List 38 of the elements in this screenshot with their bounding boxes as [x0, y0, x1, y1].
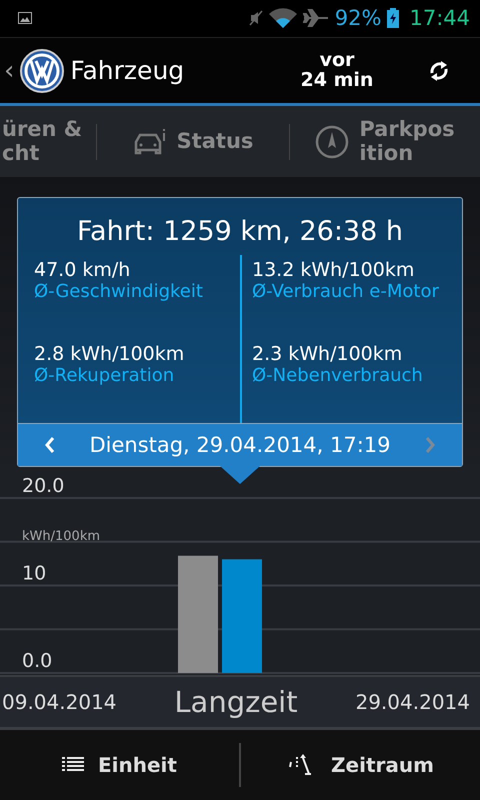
list-icon — [62, 757, 84, 773]
image-icon — [18, 12, 32, 24]
compass-icon — [315, 124, 350, 159]
axis-tick-label: 10 — [22, 562, 46, 584]
battery-icon — [387, 8, 400, 28]
mute-icon — [248, 10, 263, 26]
range-start: 09.04.2014 — [2, 690, 117, 714]
tab[interactable]: Parkpos ition — [290, 118, 480, 165]
airplane-icon — [302, 9, 329, 28]
axis-tick-label: 20.0 — [22, 474, 64, 497]
stat-label: Ø-Nebenverbrauch — [252, 364, 424, 386]
axis-unit-label: kWh/100km — [22, 528, 100, 544]
stat-label: Ø-Verbrauch e-Motor — [252, 280, 440, 302]
wifi-icon — [268, 8, 297, 28]
trip-date: Dienstag, 29.04.2014, 17:19 — [89, 432, 391, 457]
toolbar-button[interactable]: Einheit — [0, 730, 239, 800]
tab[interactable]: Status — [97, 128, 289, 156]
range-label: Langzeit — [174, 684, 298, 719]
logo-icon — [20, 48, 64, 92]
previous-icon[interactable] — [44, 436, 56, 454]
popup-title: Fahrt: 1259 km, 26:38 h — [76, 214, 404, 249]
car-icon — [132, 128, 167, 156]
clock: 17:44 — [409, 6, 470, 30]
toolbar-button[interactable]: Zeitraum — [241, 730, 480, 800]
axis-tick-label: 0.0 — [22, 650, 52, 672]
range-end: 29.04.2014 — [355, 690, 470, 714]
back-icon[interactable]: ‹ — [4, 56, 14, 86]
screen-title: Fahrzeug — [70, 56, 186, 85]
updated-time: vor 24 min — [300, 50, 374, 90]
stat-value: 2.8 kWh/100km — [34, 342, 186, 365]
stat-value: 2.3 kWh/100km — [252, 342, 404, 365]
tab[interactable]: üren & cht — [0, 118, 96, 165]
refresh-icon[interactable] — [428, 58, 450, 82]
battery-percent: 92% — [334, 6, 382, 30]
stat-value: 13.2 kWh/100km — [252, 258, 416, 281]
stat-label: Ø-Rekuperation — [34, 364, 176, 386]
stat-label: Ø-Geschwindigkeit — [34, 280, 204, 302]
stat-value: 47.0 km/h — [34, 258, 132, 281]
